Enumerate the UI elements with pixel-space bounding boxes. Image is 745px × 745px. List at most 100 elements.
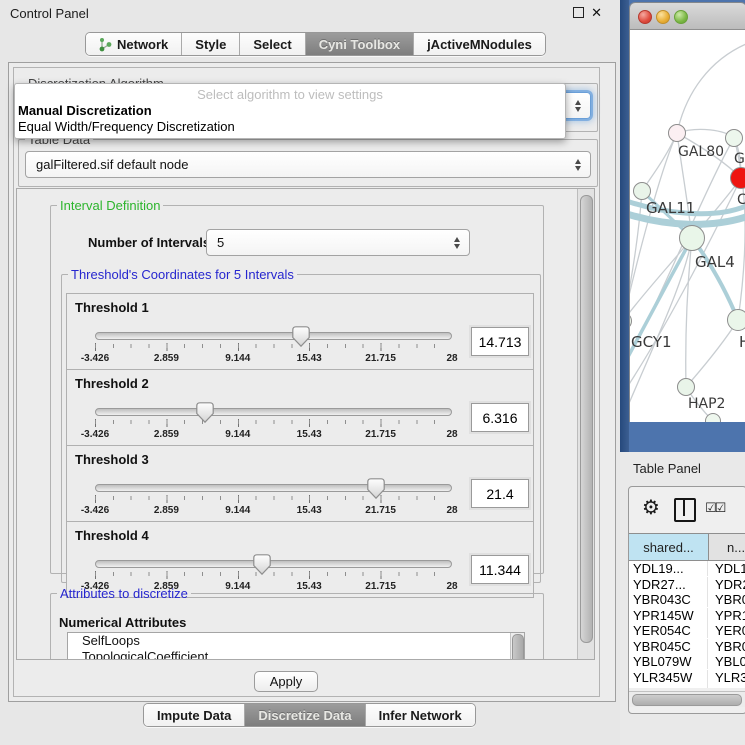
network-node[interactable] (679, 225, 705, 251)
minimize-traffic-light-icon[interactable] (656, 10, 670, 24)
threshold-value-field[interactable]: 6.316 (471, 403, 529, 432)
table-row[interactable]: YIL052CYIL0... (629, 685, 745, 688)
name-cell[interactable]: YBL0... (708, 654, 745, 669)
threshold-slider[interactable]: -3.4262.8599.14415.4321.71528 (95, 330, 452, 366)
shared-name-cell[interactable]: YBL079W (629, 654, 708, 669)
threshold-value-field[interactable]: 14.713 (471, 327, 529, 356)
network-node[interactable] (668, 124, 686, 142)
column-header-name[interactable]: n... (709, 534, 745, 560)
threshold-slider[interactable]: -3.4262.8599.14415.4321.71528 (95, 406, 452, 442)
network-node[interactable] (725, 129, 743, 147)
shared-name-cell[interactable]: YBR045C (629, 639, 708, 654)
zoom-traffic-light-icon[interactable] (674, 10, 688, 24)
threshold-label: Threshold 2 (75, 376, 149, 391)
table-body: YDL19...YDL1...YDR27...YDR2...YBR043CYBR… (629, 561, 745, 688)
tab-label: Select (253, 37, 291, 52)
network-window-titlebar[interactable] (630, 3, 745, 30)
tick-label: 9.144 (225, 505, 250, 516)
table-data-combobox[interactable]: galFiltered.sif default node (25, 151, 591, 178)
tab-label: jActiveMNodules (427, 37, 532, 52)
tab-jactivemnodules[interactable]: jActiveMNodules (413, 33, 545, 55)
tab-infer-network[interactable]: Infer Network (365, 704, 475, 726)
table-row[interactable]: YPR145WYPR1... (629, 608, 745, 624)
shared-name-cell[interactable]: YBR043C (629, 592, 708, 607)
numerical-attributes-list[interactable]: SelfLoopsTopologicalCoefficientBetweenne… (67, 632, 525, 659)
table-row[interactable]: YBR043CYBR0... (629, 592, 745, 608)
stepper-arrows-icon (575, 159, 581, 171)
tick-label: 15.43 (297, 353, 322, 364)
apply-button[interactable]: Apply (254, 671, 318, 692)
network-node[interactable] (730, 167, 745, 189)
attribute-item[interactable]: SelfLoops (68, 633, 524, 649)
name-cell[interactable]: YER0... (708, 623, 745, 638)
name-cell[interactable]: YPR1... (708, 608, 745, 623)
tab-style[interactable]: Style (181, 33, 239, 55)
network-node[interactable] (705, 413, 721, 422)
shared-name-cell[interactable]: YER054C (629, 623, 708, 638)
float-window-icon[interactable] (573, 7, 584, 18)
table-row[interactable]: YDR27...YDR2... (629, 577, 745, 593)
shared-name-cell[interactable]: YPR145W (629, 608, 708, 623)
name-cell[interactable]: YIL0... (708, 685, 745, 688)
slider-track[interactable] (95, 408, 452, 416)
threshold-value-field[interactable]: 11.344 (471, 555, 529, 584)
tab-discretize-data[interactable]: Discretize Data (244, 704, 364, 726)
network-node-label: GAL80 (678, 144, 724, 160)
shared-name-cell[interactable]: YDR27... (629, 577, 708, 592)
name-cell[interactable]: YDR2... (708, 577, 745, 592)
table-header: shared... n... (629, 533, 745, 561)
name-cell[interactable]: YDL1... (708, 561, 745, 576)
tab-network[interactable]: Network (86, 33, 181, 55)
screen: Control Panel ✕ NetworkStyleSelectCyni T… (0, 0, 745, 745)
network-node[interactable] (727, 309, 745, 331)
name-cell[interactable]: YBR0... (708, 639, 745, 654)
shared-name-cell[interactable]: YLR345W (629, 670, 708, 685)
table-row[interactable]: YDL19...YDL1... (629, 561, 745, 577)
select-columns-icon[interactable]: ☑☑ (705, 500, 724, 516)
tab-impute-data[interactable]: Impute Data (144, 704, 244, 726)
list-scrollbar[interactable] (510, 633, 524, 659)
split-view-icon[interactable] (674, 498, 696, 522)
slider-track[interactable] (95, 560, 452, 568)
table-row[interactable]: YLR345WYLR3... (629, 670, 745, 686)
network-node[interactable] (633, 182, 651, 200)
table-hscrollbar[interactable] (629, 691, 745, 707)
algorithm-popup-placeholder: Select algorithm to view settings (15, 87, 565, 103)
shared-name-cell[interactable]: YDL19... (629, 561, 708, 576)
number-of-intervals-value: 5 (207, 235, 454, 250)
name-cell[interactable]: YLR3... (708, 670, 745, 685)
close-traffic-light-icon[interactable] (638, 10, 652, 24)
gear-icon[interactable]: ⚙ (642, 495, 660, 520)
attribute-item[interactable]: TopologicalCoefficient (68, 649, 524, 659)
tick-label: 2.859 (154, 353, 179, 364)
tick-label: 21.715 (365, 505, 396, 516)
close-window-icon[interactable]: ✕ (591, 7, 602, 18)
tab-label: Impute Data (157, 708, 231, 723)
table-row[interactable]: YER054CYER0... (629, 623, 745, 639)
network-node[interactable] (677, 378, 695, 396)
name-cell[interactable]: YBR0... (708, 592, 745, 607)
settings-scrollbar[interactable] (577, 189, 594, 659)
table-row[interactable]: YBL079WYBL0... (629, 654, 745, 670)
settings-scrollpane: Interval Definition Number of Intervals … (16, 188, 595, 660)
slider-track[interactable] (95, 332, 452, 340)
number-of-intervals-combobox[interactable]: 5 (206, 229, 470, 256)
table-row[interactable]: YBR045CYBR0... (629, 639, 745, 655)
column-header-shared-name[interactable]: shared... (629, 534, 709, 560)
threshold-value-field[interactable]: 21.4 (471, 479, 529, 508)
scrollbar-thumb[interactable] (632, 694, 742, 706)
threshold-label: Threshold 4 (75, 528, 149, 543)
algorithm-option[interactable]: Equal Width/Frequency Discretization (15, 119, 565, 135)
tab-cyni-toolbox[interactable]: Cyni Toolbox (305, 33, 413, 55)
network-canvas[interactable]: GAL80GACGAL11GAL4GCY1HHAP2 (630, 30, 745, 422)
tab-select[interactable]: Select (239, 33, 304, 55)
shared-name-cell[interactable]: YIL052C (629, 685, 708, 688)
control-panel-window: Control Panel ✕ NetworkStyleSelectCyni T… (0, 0, 620, 745)
network-node-label: HAP2 (688, 396, 725, 412)
table-panel-title: Table Panel (633, 461, 701, 476)
scrollbar-thumb[interactable] (580, 195, 593, 643)
slider-track[interactable] (95, 484, 452, 492)
algorithm-option[interactable]: Manual Discretization (15, 103, 565, 119)
slider-minor-ticks (95, 496, 452, 500)
threshold-slider[interactable]: -3.4262.8599.14415.4321.71528 (95, 482, 452, 518)
